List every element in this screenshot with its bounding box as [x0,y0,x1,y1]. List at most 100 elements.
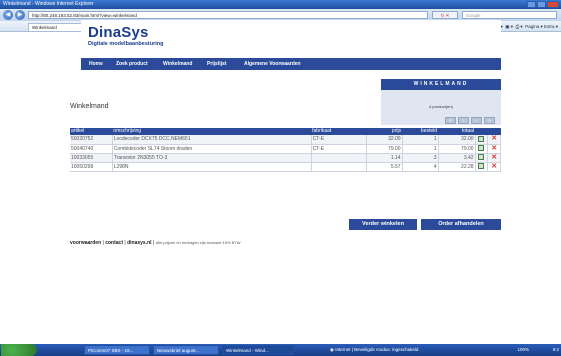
cart-count: 4 product(en) [429,104,453,109]
taskbar-item[interactable]: Winkelmand - Wind... [222,345,294,355]
taskbar-item[interactable]: Nieuwsbrief august... [153,345,219,355]
cell-fabrikaat: CT-E [311,135,367,145]
pager-prev-button[interactable]: ‹ [458,117,469,124]
cell-artikel: 10050298 [70,162,113,172]
footer-link-contact[interactable]: contact [105,240,123,246]
security-zone: ◉ Internet | Beveiligde modus: ingeschak… [330,344,418,356]
tools-menu[interactable]: Pagina ▾ Extra ▾ [525,24,558,29]
cell-fabrikaat [311,162,367,172]
edit-cell [475,162,489,172]
checkout-button[interactable]: Order afhandelen [421,219,501,230]
pager-last-button[interactable]: » [484,117,495,124]
footer-separator: | [152,240,155,246]
cell-totaal: 79.00 [438,144,476,154]
command-bar[interactable]: ⌂ ▾ ▣ ▾ ⎙ ▾ Pagina ▾ Extra ▾ [497,23,558,31]
refresh-stop-icon[interactable]: ↻ ✕ [432,11,458,19]
taskbar: PiComm07 SBS - 19... Nieuwsbrief august.… [0,344,561,356]
delete-cell: ✕ [487,135,501,145]
cart-summary-header: WINKELMAND [381,79,501,90]
cell-fabrikaat: CT-E [311,144,367,154]
edit-cell [475,135,489,145]
site-footer: voorwaarden | contact | dinasys.nl | All… [70,240,241,246]
page-title: Winkelmand [70,103,109,110]
site-menu: Home Zoek product Winkelmand Prijslijst … [81,58,501,70]
footer-separator: | [102,240,104,246]
pager-next-button[interactable]: › [471,117,482,124]
edit-icon[interactable] [478,163,485,170]
forward-icon[interactable]: ▶ [15,10,25,20]
col-besteld: besteld [402,128,439,135]
menu-home[interactable]: Home [89,58,103,70]
print-icon[interactable]: ⎙ ▾ [516,24,523,29]
cell-omschrijving: Combidecoder SL74 Stoom draden [112,144,312,154]
cell-fabrikaat [311,153,367,163]
footer-separator: | [124,240,126,246]
table-row: 50020752 Locdecoder DCX75 DCC.NEM651 CT-… [70,135,501,145]
cell-prijs: 5.57 [366,162,403,172]
col-totaal: totaal [438,128,476,135]
cell-totaal: 32.00 [438,135,476,145]
edit-icon[interactable] [478,154,485,161]
close-window-button[interactable] [547,1,559,8]
cell-prijs: 32.00 [366,135,403,145]
footer-link-voorwaarden[interactable]: voorwaarden [70,240,101,246]
cell-besteld[interactable]: 4 [402,162,439,172]
delete-icon[interactable]: ✕ [491,145,497,152]
col-artikel: artikel [70,128,113,135]
table-header-row: artikel omschrijving fabrikaat prijs bes… [70,128,501,135]
cell-besteld[interactable]: 1 [402,144,439,154]
cell-besteld[interactable]: 3 [402,153,439,163]
cell-besteld[interactable]: 1 [402,135,439,145]
site-tagline: Digitale modelbaanbesturing [88,41,164,47]
search-input[interactable]: Google [462,11,557,19]
site-logo[interactable]: DinaSys [88,24,149,41]
footer-vat-note: Alle prijzen en bedragen zijn inclusief … [155,240,241,245]
menu-prijslijst[interactable]: Prijslijst [207,58,226,70]
col-omschrijving: omschrijving [112,128,312,135]
window-title: Winkelmand - Windows Internet Explorer [3,1,94,7]
col-prijs: prijs [366,128,403,135]
delete-cell: ✕ [487,162,501,172]
taskbar-item[interactable]: PiComm07 SBS - 19... [84,345,150,355]
cell-prijs: 1.14 [366,153,403,163]
minimize-button[interactable] [527,1,536,8]
cell-artikel: 50020752 [70,135,113,145]
cell-prijs: 79.00 [366,144,403,154]
cell-totaal: 22.28 [438,162,476,172]
globe-icon: ◉ [330,347,334,352]
feeds-icon[interactable]: ▣ ▾ [505,24,513,29]
pager-first-button[interactable]: « [445,117,456,124]
continue-shopping-button[interactable]: Verder winkelen [349,219,417,230]
clock: 9:2 [552,347,559,352]
delete-icon[interactable]: ✕ [491,135,497,142]
table-row: 50040740 Combidecoder SL74 Stoom draden … [70,144,501,154]
menu-zoek-product[interactable]: Zoek product [116,58,148,70]
cell-artikel: 50040740 [70,144,113,154]
col-fabrikaat: fabrikaat [311,128,367,135]
edit-icon[interactable] [478,135,485,142]
zoom-level[interactable]: 100% [517,344,529,356]
menu-algemene-voorwaarden[interactable]: Algemene Voorwaarden [244,58,301,70]
address-input[interactable]: http://80.248.193.52.83/main.html?view=w… [28,11,428,19]
table-row: 10050298 L298N 5.57 4 22.28 ✕ [70,162,501,172]
back-icon[interactable]: ◀ [3,10,13,20]
delete-cell: ✕ [487,153,501,163]
menu-winkelmand[interactable]: Winkelmand [163,58,192,70]
cart-table: artikel omschrijving fabrikaat prijs bes… [70,128,501,172]
tab-label: Winkelmand [32,25,57,30]
window-controls [527,1,559,8]
footer-link-dinasys[interactable]: dinasys.nl [127,240,151,246]
table-row: 10033055 Transistor 2N3055 TO-3 1.14 3 3… [70,153,501,163]
edit-icon[interactable] [478,145,485,152]
cell-totaal: 3.42 [438,153,476,163]
delete-icon[interactable]: ✕ [491,163,497,170]
cell-omschrijving: Locdecoder DCX75 DCC.NEM651 [112,135,312,145]
col-delete [487,128,501,135]
start-button[interactable] [1,344,37,356]
window-titlebar: Winkelmand - Windows Internet Explorer [0,0,561,9]
col-edit [475,128,488,135]
delete-icon[interactable]: ✕ [491,154,497,161]
pager: « ‹ › » [445,117,495,125]
cell-omschrijving: Transistor 2N3055 TO-3 [112,153,312,163]
maximize-button[interactable] [537,1,546,8]
